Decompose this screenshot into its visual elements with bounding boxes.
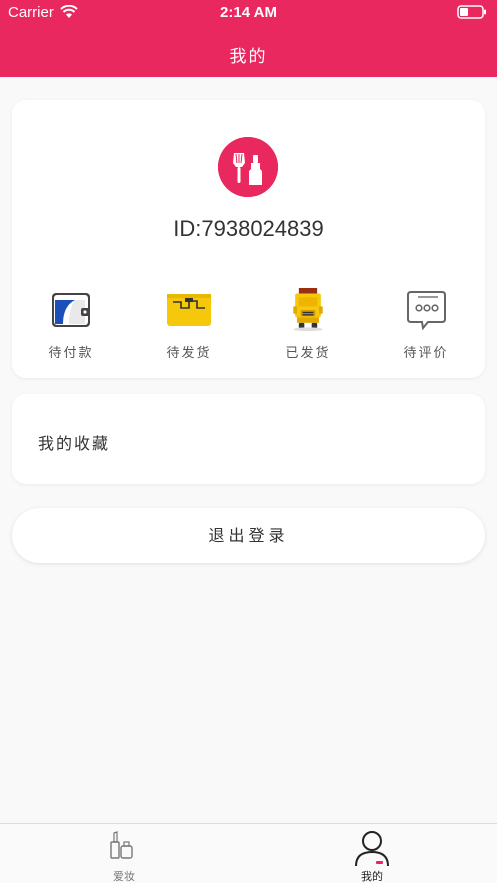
order-label: 待发货 xyxy=(166,346,212,361)
cosmetics-icon xyxy=(110,831,133,859)
status-bar: Carrier 2:14 AM xyxy=(0,0,497,26)
order-pending-review[interactable]: 待评价 xyxy=(386,288,466,364)
tab-mine[interactable]: 我的 xyxy=(248,824,496,883)
order-label: 待评价 xyxy=(403,346,449,361)
page-title: 我的 xyxy=(229,47,268,67)
order-label: 待付款 xyxy=(48,346,94,361)
tab-label: 爱妆 xyxy=(113,870,135,883)
profile-card: ID:7938024839 待付款 待发货 已发货 待评价 xyxy=(12,100,485,378)
truck-icon xyxy=(293,288,323,332)
logout-button[interactable]: 退出登录 xyxy=(12,508,485,563)
avatar[interactable] xyxy=(218,137,278,197)
comment-icon xyxy=(407,291,446,331)
tab-makeup[interactable]: 爱妆 xyxy=(0,824,248,883)
order-shipped[interactable]: 已发货 xyxy=(268,288,348,364)
tab-bar: 爱妆 我的 xyxy=(0,823,497,883)
order-pending-payment[interactable]: 待付款 xyxy=(31,288,111,364)
makeup-brush-icon xyxy=(218,137,278,197)
favorites-row[interactable]: 我的收藏 xyxy=(12,394,485,484)
user-icon xyxy=(355,831,389,866)
package-icon xyxy=(167,294,211,326)
order-pending-shipment[interactable]: 待发货 xyxy=(149,288,229,364)
header: Carrier 2:14 AM 我的 xyxy=(0,0,497,77)
status-time: 2:14 AM xyxy=(220,4,277,21)
order-label: 已发货 xyxy=(285,346,331,361)
favorites-label: 我的收藏 xyxy=(38,434,111,453)
battery-icon xyxy=(457,5,486,19)
tab-label: 我的 xyxy=(361,870,383,883)
wallet-icon xyxy=(52,293,90,327)
user-id: ID:7938024839 xyxy=(173,216,324,241)
